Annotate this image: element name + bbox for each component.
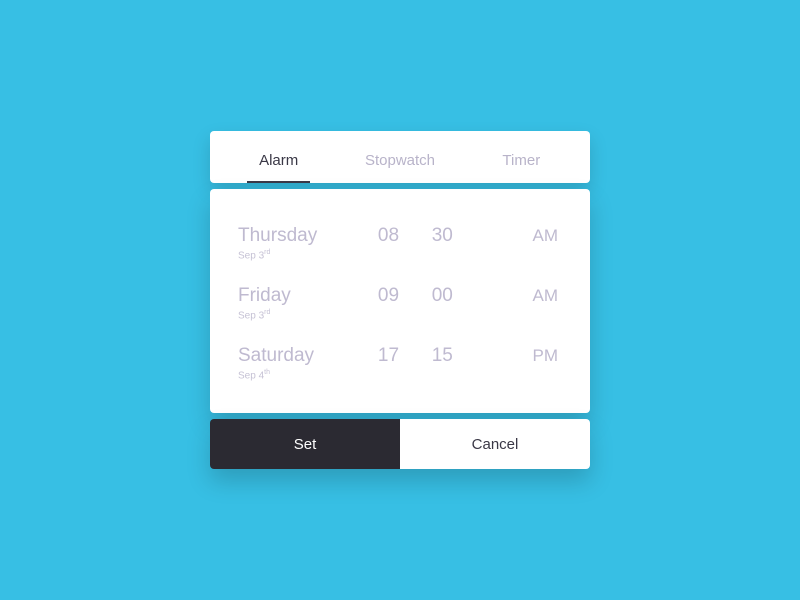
alarm-hour[interactable]: 08 — [378, 225, 426, 247]
tab-stopwatch[interactable]: Stopwatch — [339, 136, 460, 183]
alarm-minute[interactable]: 15 — [432, 345, 480, 367]
alarm-day-col: Friday Sep 3rd — [238, 285, 372, 321]
alarm-day: Friday — [238, 285, 372, 308]
alarm-date: Sep 3rd — [238, 309, 372, 321]
tab-timer[interactable]: Timer — [461, 136, 582, 183]
cancel-button[interactable]: Cancel — [400, 419, 590, 469]
alarm-period[interactable]: AM — [486, 286, 563, 306]
alarm-day: Saturday — [238, 345, 372, 368]
alarm-minute[interactable]: 30 — [432, 225, 480, 247]
alarm-list: Thursday Sep 3rd 08 30 AM Friday Sep 3rd… — [210, 189, 590, 413]
action-bar: Set Cancel — [210, 419, 590, 469]
alarm-date: Sep 4th — [238, 369, 372, 381]
alarm-day-col: Thursday Sep 3rd — [238, 225, 372, 261]
alarm-period[interactable]: PM — [486, 346, 563, 366]
set-button[interactable]: Set — [210, 419, 400, 469]
alarm-row[interactable]: Friday Sep 3rd 09 00 AM — [238, 273, 562, 333]
alarm-row[interactable]: Thursday Sep 3rd 08 30 AM — [238, 213, 562, 273]
tabs: Alarm Stopwatch Timer — [210, 131, 590, 183]
alarm-minute[interactable]: 00 — [432, 285, 480, 307]
tab-alarm[interactable]: Alarm — [218, 136, 339, 183]
alarm-hour[interactable]: 09 — [378, 285, 426, 307]
alarm-period[interactable]: AM — [486, 226, 563, 246]
alarm-row[interactable]: Saturday Sep 4th 17 15 PM — [238, 333, 562, 393]
alarm-date: Sep 3rd — [238, 249, 372, 261]
alarm-day-col: Saturday Sep 4th — [238, 345, 372, 381]
alarm-hour[interactable]: 17 — [378, 345, 426, 367]
alarm-card: Alarm Stopwatch Timer Thursday Sep 3rd 0… — [210, 131, 590, 469]
alarm-day: Thursday — [238, 225, 372, 248]
